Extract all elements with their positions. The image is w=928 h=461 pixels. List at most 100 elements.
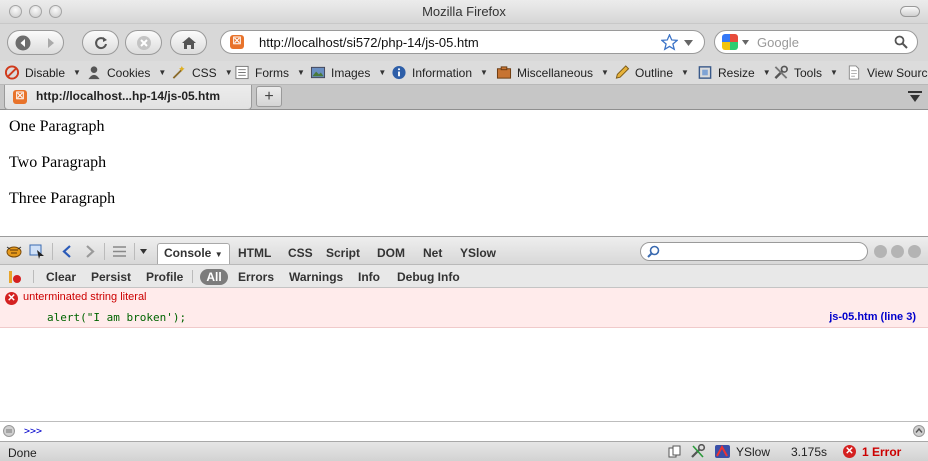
tab-yslow[interactable]: YSlow bbox=[460, 246, 496, 260]
information-icon bbox=[392, 65, 406, 80]
firebug-bug-icon[interactable] bbox=[4, 244, 24, 259]
status-text: Done bbox=[8, 446, 37, 460]
dropdown-arrow-icon: ▼ bbox=[297, 68, 305, 77]
home-button[interactable] bbox=[170, 30, 207, 55]
devbar-outline[interactable]: Outline ▼ bbox=[614, 65, 689, 80]
filter-all-button[interactable]: All bbox=[200, 269, 228, 285]
command-options-icon[interactable] bbox=[3, 425, 15, 437]
home-icon bbox=[181, 36, 196, 49]
devbar-images[interactable]: Images ▼ bbox=[310, 65, 386, 80]
web-developer-status-icon[interactable] bbox=[690, 444, 706, 459]
devbar-tools[interactable]: Tools ▼ bbox=[773, 65, 838, 80]
stop-icon bbox=[136, 35, 151, 50]
forms-icon bbox=[235, 65, 249, 80]
filter-info-button[interactable]: Info bbox=[358, 270, 380, 284]
devbar-resize[interactable]: Resize ▼ bbox=[697, 65, 771, 80]
toolbar-separator bbox=[33, 270, 34, 283]
tools-icon bbox=[774, 65, 788, 79]
devbar-view-source-label: View Source bbox=[867, 65, 928, 80]
page-info-icon[interactable] bbox=[668, 445, 682, 458]
error-source-line: alert("I am broken'); bbox=[47, 311, 187, 324]
filter-debug-info-button[interactable]: Debug Info bbox=[397, 270, 460, 284]
devbar-miscellaneous[interactable]: Miscellaneous ▼ bbox=[496, 65, 609, 80]
devbar-css[interactable]: CSS ▼ bbox=[171, 65, 233, 80]
tab-favicon-icon: ☒ bbox=[13, 90, 27, 104]
filter-warnings-button[interactable]: Warnings bbox=[289, 270, 343, 284]
back-button[interactable] bbox=[15, 35, 31, 51]
error-location-link[interactable]: js-05.htm (line 3) bbox=[829, 311, 916, 323]
devbar-forms[interactable]: Forms ▼ bbox=[234, 65, 305, 80]
tab-net[interactable]: Net bbox=[423, 246, 442, 260]
css-wand-icon bbox=[172, 65, 185, 79]
search-box[interactable]: Google bbox=[714, 30, 918, 54]
tab-script[interactable]: Script bbox=[326, 246, 360, 260]
persist-button[interactable]: Persist bbox=[91, 270, 131, 284]
devbar-disable-label: Disable bbox=[25, 65, 66, 80]
history-forward-icon[interactable] bbox=[85, 245, 95, 258]
devbar-css-label: CSS bbox=[192, 65, 217, 80]
new-tab-button[interactable]: + bbox=[256, 86, 282, 107]
console-error-entry[interactable]: ✕ unterminated string literal alert("I a… bbox=[0, 288, 928, 328]
error-message: unterminated string literal bbox=[23, 291, 147, 303]
panel-list-icon[interactable] bbox=[113, 246, 126, 257]
site-favicon-icon: ☒ bbox=[230, 35, 244, 49]
firebug-toolbar: Console ▼ HTML CSS Script DOM Net YSlow bbox=[0, 236, 928, 265]
reload-icon bbox=[94, 36, 107, 49]
disable-icon bbox=[4, 65, 20, 80]
devbar-disable[interactable]: Disable ▼ bbox=[4, 65, 81, 80]
url-text: http://localhost/si572/php-14/js-05.htm bbox=[259, 35, 479, 50]
stop-button[interactable] bbox=[125, 30, 162, 55]
devbar-information[interactable]: Information ▼ bbox=[391, 65, 488, 80]
magnifier-icon[interactable] bbox=[894, 35, 908, 49]
paragraph-three: Three Paragraph bbox=[9, 190, 116, 207]
filter-errors-button[interactable]: Errors bbox=[238, 270, 274, 284]
tab-js-05[interactable]: ☒ http://localhost...hp-14/js-05.htm bbox=[4, 85, 252, 110]
inspect-element-icon[interactable] bbox=[29, 244, 45, 259]
view-source-icon bbox=[848, 65, 860, 80]
dropdown-arrow-icon: ▼ bbox=[73, 68, 81, 77]
clear-button[interactable]: Clear bbox=[46, 270, 76, 284]
error-count-icon[interactable]: ✕ bbox=[843, 445, 856, 458]
close-firebug-icon[interactable] bbox=[908, 245, 921, 258]
firebug-search-input[interactable] bbox=[640, 242, 868, 261]
devbar-view-source[interactable]: View Source bbox=[846, 65, 928, 80]
break-on-error-icon[interactable] bbox=[8, 270, 22, 284]
load-time: 3.175s bbox=[791, 445, 828, 459]
window-titlebar: Mozilla Firefox bbox=[0, 0, 928, 24]
bookmark-star-icon[interactable] bbox=[661, 34, 678, 51]
url-dropdown-icon[interactable] bbox=[684, 40, 693, 46]
toolbar-separator bbox=[104, 243, 105, 260]
engine-dropdown-icon[interactable] bbox=[742, 40, 749, 45]
forward-button[interactable] bbox=[46, 37, 56, 49]
cookies-person-icon bbox=[88, 66, 100, 80]
command-line[interactable]: >>> bbox=[0, 421, 928, 441]
images-icon bbox=[310, 66, 326, 79]
google-engine-icon[interactable] bbox=[722, 34, 738, 50]
list-all-tabs-icon[interactable] bbox=[908, 91, 922, 103]
toolbar-toggle-button[interactable] bbox=[900, 6, 920, 17]
tab-dom[interactable]: DOM bbox=[377, 246, 405, 260]
address-bar[interactable]: ☒ http://localhost/si572/php-14/js-05.ht… bbox=[220, 30, 705, 54]
reload-button[interactable] bbox=[82, 30, 119, 55]
tab-html[interactable]: HTML bbox=[238, 246, 271, 260]
yslow-label[interactable]: YSlow bbox=[736, 445, 770, 459]
tab-console[interactable]: Console ▼ bbox=[157, 243, 230, 264]
minimize-panel-icon[interactable] bbox=[874, 245, 887, 258]
error-count[interactable]: 1 Error bbox=[862, 445, 901, 459]
yslow-icon[interactable] bbox=[714, 444, 731, 459]
detach-panel-icon[interactable] bbox=[891, 245, 904, 258]
tab-console-label: Console bbox=[164, 246, 212, 260]
tab-label: http://localhost...hp-14/js-05.htm bbox=[36, 89, 221, 103]
devbar-cookies[interactable]: Cookies ▼ bbox=[86, 65, 166, 80]
expand-command-icon[interactable] bbox=[913, 425, 925, 437]
history-back-icon[interactable] bbox=[62, 245, 72, 258]
search-icon bbox=[647, 245, 660, 258]
devbar-outline-label: Outline bbox=[635, 65, 674, 80]
dropdown-arrow-icon: ▼ bbox=[158, 68, 167, 77]
tab-css[interactable]: CSS bbox=[288, 246, 313, 260]
dropdown-arrow-icon: ▼ bbox=[378, 68, 387, 77]
command-prompt: >>> bbox=[24, 426, 43, 437]
profile-button[interactable]: Profile bbox=[146, 270, 183, 284]
panel-menu-arrow-icon[interactable] bbox=[140, 249, 147, 254]
devbar-tools-label: Tools bbox=[794, 65, 823, 80]
